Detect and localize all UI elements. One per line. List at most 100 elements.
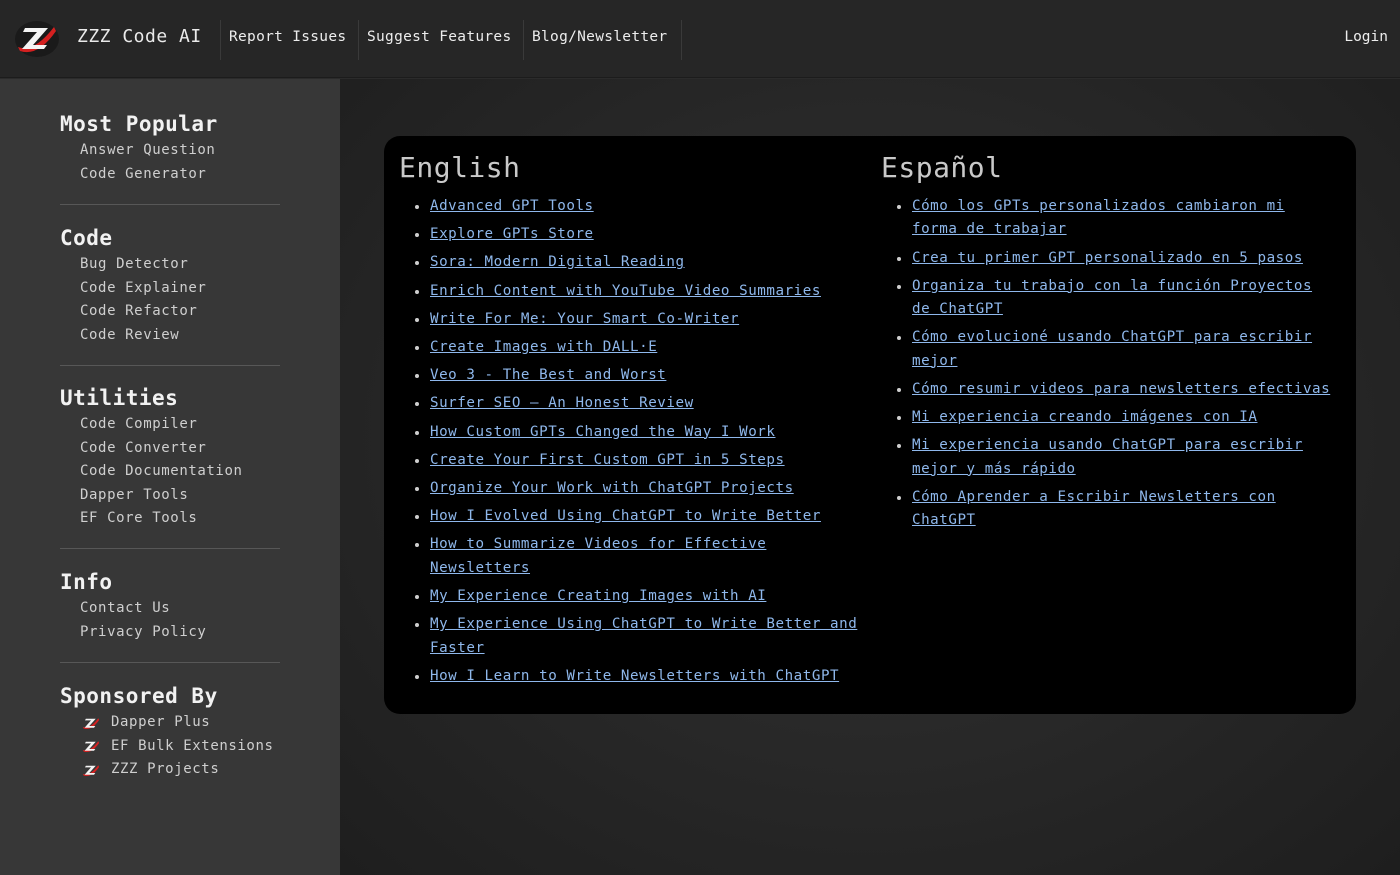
- sidebar-item-bug-detector[interactable]: Bug Detector: [80, 253, 280, 277]
- nav-report-issues[interactable]: Report Issues: [229, 29, 346, 45]
- list-item: Enrich Content with YouTube Video Summar…: [399, 280, 869, 303]
- column-title-spanish: Español: [881, 151, 1003, 184]
- list-item: Veo 3 - The Best and Worst: [399, 364, 869, 387]
- sidebar-section-info: Info Contact Us Privacy Policy: [60, 567, 280, 644]
- sidebar-section-most-popular: Most Popular Answer Question Code Genera…: [60, 109, 280, 186]
- sidebar-heading: Code: [60, 226, 113, 250]
- sidebar-divider: [60, 204, 280, 205]
- list-item: How to Summarize Videos for Effective Ne…: [399, 533, 869, 580]
- sidebar-item-dapper-tools[interactable]: Dapper Tools: [80, 484, 280, 508]
- article-link[interactable]: How I Evolved Using ChatGPT to Write Bet…: [430, 508, 821, 524]
- list-item: Organize Your Work with ChatGPT Projects: [399, 477, 869, 500]
- article-link[interactable]: Mi experiencia usando ChatGPT para escri…: [912, 437, 1303, 476]
- list-item: Mi experiencia usando ChatGPT para escri…: [881, 434, 1331, 481]
- article-link[interactable]: How to Summarize Videos for Effective Ne…: [430, 536, 766, 575]
- sidebar-section-sponsored: Sponsored By Dapper Plus EF Bulk Extensi…: [60, 681, 280, 782]
- spanish-link-list: Cómo los GPTs personalizados cambiaron m…: [881, 195, 1331, 533]
- sidebar-item-code-converter[interactable]: Code Converter: [80, 437, 280, 461]
- article-link[interactable]: Cómo Aprender a Escribir Newsletters con…: [912, 489, 1276, 528]
- article-link[interactable]: Organiza tu trabajo con la función Proye…: [912, 278, 1312, 317]
- list-item: Cómo los GPTs personalizados cambiaron m…: [881, 195, 1331, 242]
- list-item: My Experience Creating Images with AI: [399, 585, 869, 608]
- article-link[interactable]: How Custom GPTs Changed the Way I Work: [430, 424, 775, 440]
- nav-suggest-features[interactable]: Suggest Features: [367, 29, 511, 45]
- list-item: Surfer SEO – An Honest Review: [399, 392, 869, 415]
- nav-divider: [523, 20, 524, 60]
- sidebar-item-answer-question[interactable]: Answer Question: [80, 139, 280, 163]
- sidebar-divider: [60, 662, 280, 663]
- sidebar-heading: Utilities: [60, 386, 179, 410]
- sidebar: Most Popular Answer Question Code Genera…: [0, 79, 340, 875]
- article-link[interactable]: Veo 3 - The Best and Worst: [430, 367, 666, 383]
- zzz-logo-icon: [82, 741, 100, 753]
- sponsor-label: EF Bulk Extensions: [111, 737, 274, 754]
- list-item: Organiza tu trabajo con la función Proye…: [881, 275, 1331, 322]
- article-link[interactable]: Create Images with DALL·E: [430, 339, 657, 355]
- sidebar-section-utilities: Utilities Code Compiler Code Converter C…: [60, 383, 280, 531]
- nav-blog-newsletter[interactable]: Blog/Newsletter: [532, 29, 667, 45]
- zzz-logo-icon[interactable]: [14, 17, 60, 59]
- list-item: Cómo evolucioné usando ChatGPT para escr…: [881, 326, 1331, 373]
- nav-divider: [358, 20, 359, 60]
- article-link[interactable]: Cómo resumir videos para newsletters efe…: [912, 381, 1330, 397]
- english-column: English Advanced GPT Tools Explore GPTs …: [399, 150, 869, 693]
- sidebar-item-contact-us[interactable]: Contact Us: [80, 597, 280, 621]
- article-link[interactable]: Explore GPTs Store: [430, 226, 594, 242]
- list-item: My Experience Using ChatGPT to Write Bet…: [399, 613, 869, 660]
- nav-divider: [681, 20, 682, 60]
- sponsor-zzz-projects[interactable]: ZZZ Projects: [80, 758, 280, 782]
- article-link[interactable]: How I Learn to Write Newsletters with Ch…: [430, 668, 839, 684]
- sidebar-item-ef-core-tools[interactable]: EF Core Tools: [80, 507, 280, 531]
- nav-divider: [220, 20, 221, 60]
- article-link[interactable]: Mi experiencia creando imágenes con IA: [912, 409, 1257, 425]
- sponsor-label: ZZZ Projects: [111, 761, 220, 777]
- article-link[interactable]: Enrich Content with YouTube Video Summar…: [430, 283, 821, 299]
- brand-name[interactable]: ZZZ Code AI: [77, 26, 202, 47]
- list-item: Cómo Aprender a Escribir Newsletters con…: [881, 486, 1331, 533]
- sidebar-section-code: Code Bug Detector Code Explainer Code Re…: [60, 223, 280, 347]
- list-item: Sora: Modern Digital Reading: [399, 251, 869, 274]
- column-title-english: English: [399, 151, 521, 184]
- sponsor-label: Dapper Plus: [111, 714, 211, 730]
- sidebar-divider: [60, 548, 280, 549]
- login-link[interactable]: Login: [1344, 29, 1388, 45]
- article-link[interactable]: Crea tu primer GPT personalizado en 5 pa…: [912, 250, 1303, 266]
- list-item: Cómo resumir videos para newsletters efe…: [881, 378, 1331, 401]
- article-link[interactable]: Surfer SEO – An Honest Review: [430, 395, 694, 411]
- list-item: How I Evolved Using ChatGPT to Write Bet…: [399, 505, 869, 528]
- sidebar-divider: [60, 365, 280, 366]
- articles-card: English Advanced GPT Tools Explore GPTs …: [384, 136, 1356, 714]
- article-link[interactable]: Sora: Modern Digital Reading: [430, 254, 685, 270]
- sidebar-item-code-generator[interactable]: Code Generator: [80, 163, 280, 187]
- sidebar-item-code-compiler[interactable]: Code Compiler: [80, 413, 280, 437]
- sidebar-heading: Info: [60, 570, 113, 594]
- article-link[interactable]: Organize Your Work with ChatGPT Projects: [430, 480, 794, 496]
- article-link[interactable]: My Experience Using ChatGPT to Write Bet…: [430, 616, 857, 655]
- sidebar-item-code-explainer[interactable]: Code Explainer: [80, 277, 280, 301]
- list-item: Create Your First Custom GPT in 5 Steps: [399, 449, 869, 472]
- article-link[interactable]: Advanced GPT Tools: [430, 198, 594, 214]
- article-link[interactable]: Cómo evolucioné usando ChatGPT para escr…: [912, 329, 1312, 368]
- list-item: Crea tu primer GPT personalizado en 5 pa…: [881, 247, 1331, 270]
- top-navbar: ZZZ Code AI Report Issues Suggest Featur…: [0, 0, 1400, 78]
- article-link[interactable]: Cómo los GPTs personalizados cambiaron m…: [912, 198, 1285, 237]
- list-item: Create Images with DALL·E: [399, 336, 869, 359]
- sidebar-item-privacy-policy[interactable]: Privacy Policy: [80, 621, 280, 645]
- sidebar-heading: Most Popular: [60, 112, 218, 136]
- sponsor-dapper-plus[interactable]: Dapper Plus: [80, 711, 280, 735]
- zzz-logo-icon: [82, 765, 100, 776]
- sidebar-item-code-documentation[interactable]: Code Documentation: [80, 460, 280, 484]
- list-item: How I Learn to Write Newsletters with Ch…: [399, 665, 869, 688]
- sponsor-ef-bulk-extensions[interactable]: EF Bulk Extensions: [80, 735, 280, 759]
- sidebar-heading: Sponsored By: [60, 684, 218, 708]
- list-item: Mi experiencia creando imágenes con IA: [881, 406, 1331, 429]
- list-item: How Custom GPTs Changed the Way I Work: [399, 421, 869, 444]
- spanish-column: Español Cómo los GPTs personalizados cam…: [881, 150, 1331, 538]
- sidebar-item-code-review[interactable]: Code Review: [80, 324, 280, 348]
- list-item: Explore GPTs Store: [399, 223, 869, 246]
- list-item: Advanced GPT Tools: [399, 195, 869, 218]
- article-link[interactable]: Create Your First Custom GPT in 5 Steps: [430, 452, 785, 468]
- sidebar-item-code-refactor[interactable]: Code Refactor: [80, 300, 280, 324]
- article-link[interactable]: My Experience Creating Images with AI: [430, 588, 766, 604]
- article-link[interactable]: Write For Me: Your Smart Co-Writer: [430, 311, 739, 327]
